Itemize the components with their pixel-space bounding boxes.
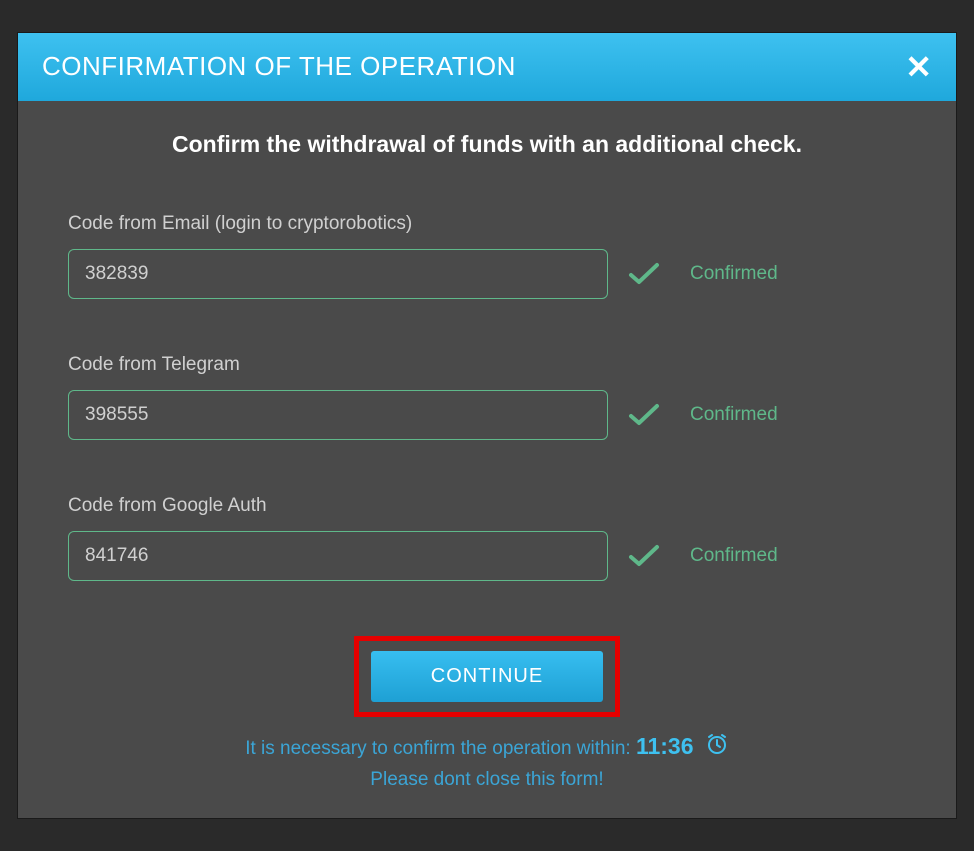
footer-line-2: Please dont close this form! — [68, 766, 906, 795]
email-code-label: Code from Email (login to cryptorobotics… — [68, 213, 906, 235]
clock-icon — [705, 732, 729, 766]
google-auth-code-label: Code from Google Auth — [68, 495, 906, 517]
modal-body: Confirm the withdrawal of funds with an … — [18, 101, 956, 818]
telegram-status-text: Confirmed — [690, 404, 778, 426]
footer-prefix: It is necessary to confirm the operation… — [245, 738, 636, 759]
telegram-code-row: Confirmed — [68, 390, 906, 440]
button-container: CONTINUE — [68, 636, 906, 717]
google-auth-code-row: Confirmed — [68, 531, 906, 581]
telegram-code-input[interactable] — [68, 390, 608, 440]
footer-line-1: It is necessary to confirm the operation… — [68, 729, 906, 766]
email-code-row: Confirmed — [68, 249, 906, 299]
google-auth-status-text: Confirmed — [690, 545, 778, 567]
close-button[interactable]: ✕ — [905, 51, 932, 83]
modal-header: CONFIRMATION OF THE OPERATION ✕ — [18, 33, 956, 101]
modal-title: CONFIRMATION OF THE OPERATION — [42, 51, 516, 82]
telegram-code-label: Code from Telegram — [68, 354, 906, 376]
highlight-box: CONTINUE — [354, 636, 620, 717]
countdown-timer: 11:36 — [636, 733, 694, 759]
google-auth-code-group: Code from Google Auth Confirmed — [68, 495, 906, 581]
google-auth-code-input[interactable] — [68, 531, 608, 581]
modal-subtitle: Confirm the withdrawal of funds with an … — [68, 131, 906, 158]
telegram-code-group: Code from Telegram Confirmed — [68, 354, 906, 440]
check-icon — [628, 544, 660, 568]
check-icon — [628, 262, 660, 286]
email-code-input[interactable] — [68, 249, 608, 299]
check-icon — [628, 403, 660, 427]
email-status-text: Confirmed — [690, 263, 778, 285]
close-icon: ✕ — [905, 49, 932, 85]
continue-button[interactable]: CONTINUE — [371, 651, 603, 702]
confirmation-modal: CONFIRMATION OF THE OPERATION ✕ Confirm … — [17, 32, 957, 819]
footer-text: It is necessary to confirm the operation… — [68, 729, 906, 794]
email-code-group: Code from Email (login to cryptorobotics… — [68, 213, 906, 299]
